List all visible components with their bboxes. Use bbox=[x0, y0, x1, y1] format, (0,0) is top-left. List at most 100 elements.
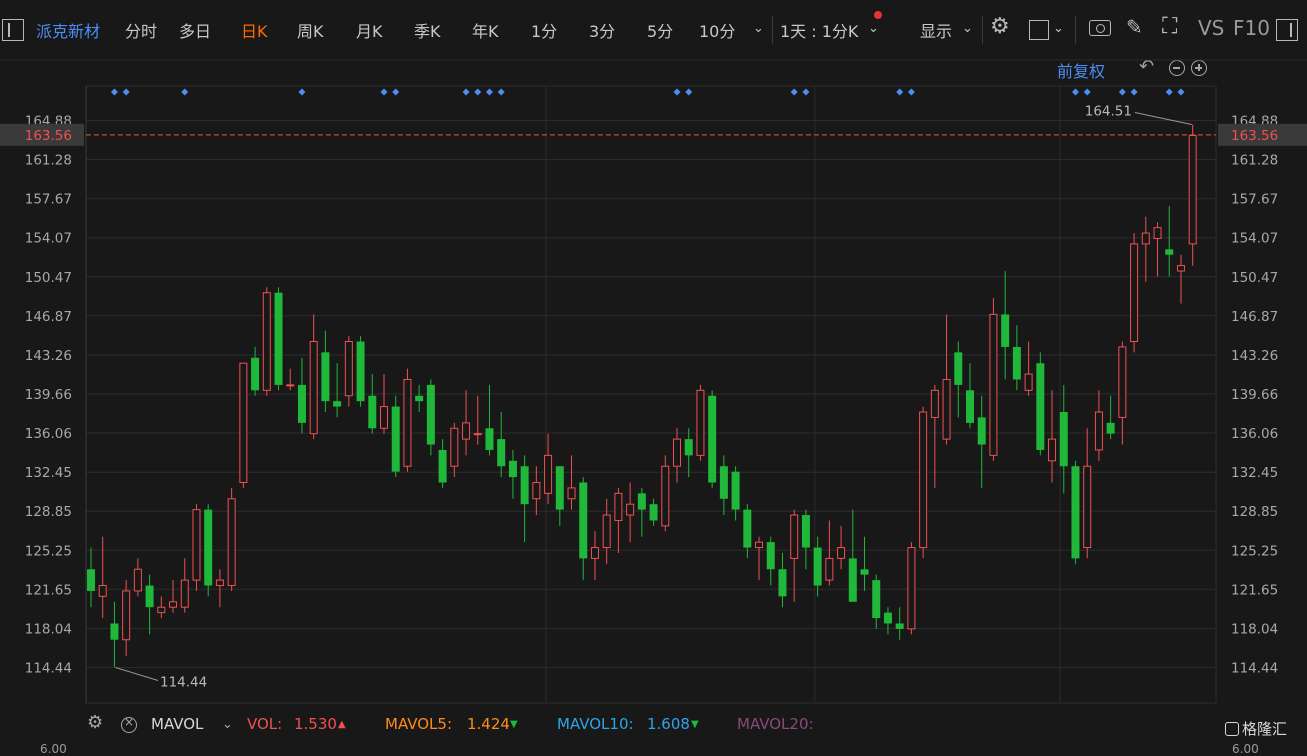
y-tick-label-left: 139.66 bbox=[25, 387, 72, 403]
candle-body bbox=[579, 482, 588, 559]
event-marker-icon[interactable] bbox=[474, 88, 482, 96]
indicator-name[interactable]: MAVOL bbox=[151, 715, 203, 733]
event-marker-icon[interactable] bbox=[392, 88, 400, 96]
event-marker-icon[interactable] bbox=[896, 88, 904, 96]
lower-tick-left: 6.00 bbox=[40, 742, 67, 756]
event-marker-icon[interactable] bbox=[462, 88, 470, 96]
event-marker-icon[interactable] bbox=[298, 88, 306, 96]
vol-value: 1.530 bbox=[294, 715, 337, 733]
y-tick-label-left: 121.65 bbox=[25, 582, 72, 598]
y-tick-label-right: 136.06 bbox=[1231, 426, 1278, 442]
event-marker-icon[interactable] bbox=[181, 88, 189, 96]
lower-tick-right: 6.00 bbox=[1232, 742, 1259, 756]
candle-body bbox=[837, 547, 846, 559]
event-marker-icon[interactable] bbox=[1130, 88, 1138, 96]
candle-body bbox=[778, 569, 787, 597]
candle-body bbox=[169, 601, 178, 608]
candle-body bbox=[1176, 265, 1185, 272]
y-tick-label-right: 114.44 bbox=[1231, 661, 1278, 677]
candle-body bbox=[1059, 412, 1068, 467]
event-marker-icon[interactable] bbox=[907, 88, 915, 96]
y-tick-label-right: 143.26 bbox=[1231, 348, 1278, 364]
y-tick-label-right: 121.65 bbox=[1231, 582, 1278, 598]
mavol5-label: MAVOL5: bbox=[385, 715, 453, 733]
event-marker-icon[interactable] bbox=[802, 88, 810, 96]
max-price-label: 164.51 bbox=[1085, 104, 1132, 120]
candle-body bbox=[1036, 363, 1045, 450]
event-marker-icon[interactable] bbox=[1177, 88, 1185, 96]
candle-body bbox=[297, 384, 306, 423]
candle-body bbox=[567, 487, 576, 500]
candle-body bbox=[673, 438, 681, 467]
candlestick-chart[interactable]: 164.88 164.88161.28 161.28157.67 157.67154.… bbox=[0, 0, 1307, 749]
event-marker-icon[interactable] bbox=[1165, 88, 1173, 96]
candle-body bbox=[262, 292, 271, 391]
vol-label: VOL: bbox=[247, 715, 283, 733]
event-marker-icon[interactable] bbox=[673, 88, 681, 96]
candle-body bbox=[356, 341, 365, 402]
candle-body bbox=[1048, 438, 1057, 462]
candle-body bbox=[321, 352, 330, 402]
event-marker-icon[interactable] bbox=[485, 88, 493, 96]
candle-body bbox=[450, 427, 459, 467]
mavol10-down-arrow-icon: ▼ bbox=[691, 719, 699, 730]
candle-body bbox=[192, 509, 201, 581]
mavol10-value: 1.608 bbox=[647, 715, 690, 733]
candle-body bbox=[180, 579, 189, 608]
candle-body bbox=[1106, 422, 1115, 434]
indicator-close-icon[interactable]: × bbox=[121, 715, 137, 733]
event-marker-icon[interactable] bbox=[1083, 88, 1091, 96]
event-marker-icon[interactable] bbox=[110, 88, 118, 96]
candle-body bbox=[473, 433, 482, 436]
event-marker-icon[interactable] bbox=[1118, 88, 1126, 96]
candle-body bbox=[368, 395, 377, 429]
candle-body bbox=[977, 417, 986, 445]
candle-body bbox=[649, 504, 658, 521]
y-tick-label-right: 161.28 bbox=[1231, 153, 1278, 169]
candle-body bbox=[1001, 314, 1010, 347]
candle-body bbox=[1141, 232, 1150, 245]
y-tick-label-right: 118.04 bbox=[1231, 621, 1278, 637]
candle-body bbox=[708, 395, 717, 483]
event-marker-icon[interactable] bbox=[122, 88, 130, 96]
candle-body bbox=[145, 585, 154, 608]
candle-body bbox=[696, 389, 705, 456]
candle-body bbox=[1083, 465, 1092, 549]
candle-body bbox=[626, 503, 635, 516]
y-tick-label-right: 125.25 bbox=[1231, 543, 1278, 559]
y-tick-label-left: 114.44 bbox=[25, 661, 72, 677]
candle-body bbox=[415, 395, 424, 402]
current-price-label-left: 163.56 bbox=[25, 128, 72, 144]
candle-body bbox=[239, 362, 248, 483]
y-tick-label-right: 132.45 bbox=[1231, 465, 1278, 481]
indicator-chevron-icon[interactable]: ⌄ bbox=[222, 717, 233, 732]
candle-body bbox=[520, 466, 529, 505]
max-label-leader bbox=[1134, 112, 1192, 126]
candle-body bbox=[860, 569, 869, 575]
candle-body bbox=[919, 411, 928, 549]
y-tick-label-right: 157.67 bbox=[1231, 192, 1278, 208]
watermark: 格隆汇 bbox=[1224, 718, 1287, 739]
candle-body bbox=[555, 466, 564, 510]
event-marker-icon[interactable] bbox=[380, 88, 388, 96]
min-price-label: 114.44 bbox=[160, 675, 207, 691]
mavol5-value: 1.424 bbox=[467, 715, 510, 733]
event-marker-icon[interactable] bbox=[790, 88, 798, 96]
event-marker-icon[interactable] bbox=[497, 88, 505, 96]
candle-body bbox=[895, 623, 904, 629]
y-tick-label-left: 136.06 bbox=[25, 426, 72, 442]
candle-body bbox=[766, 542, 775, 570]
watermark-text: 格隆汇 bbox=[1241, 720, 1287, 738]
candle-body bbox=[801, 515, 810, 548]
candle-body bbox=[497, 439, 506, 467]
candle-body bbox=[989, 313, 998, 456]
candle-body bbox=[227, 498, 236, 587]
event-marker-icon[interactable] bbox=[685, 88, 693, 96]
candle-body bbox=[344, 341, 353, 397]
y-tick-label-right: 150.47 bbox=[1231, 270, 1278, 286]
y-tick-label-left: 161.28 bbox=[25, 153, 72, 169]
indicator-gear-icon[interactable]: ⚙ bbox=[87, 712, 103, 733]
y-tick-label-left: 150.47 bbox=[25, 270, 72, 286]
y-tick-label-left: 125.25 bbox=[25, 543, 72, 559]
event-marker-icon[interactable] bbox=[1071, 88, 1079, 96]
